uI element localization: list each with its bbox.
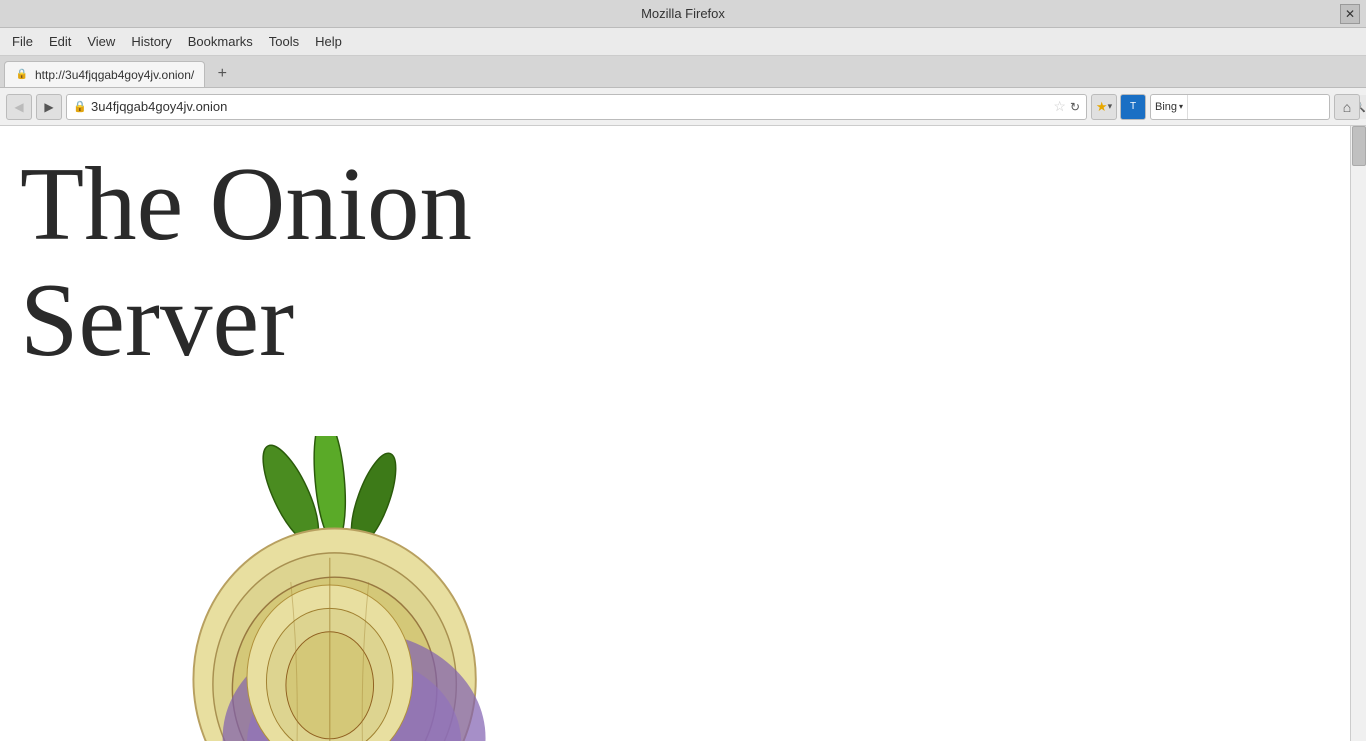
search-engine-selector[interactable]: Bing ▾ — [1151, 95, 1188, 119]
tab-label: http://3u4fjqgab4goy4jv.onion/ — [35, 68, 194, 82]
back-icon: ◀ — [14, 100, 23, 114]
search-input[interactable] — [1188, 100, 1351, 114]
bookmark-icon: ★ — [1096, 99, 1108, 115]
heading-line1: The Onion — [20, 145, 472, 262]
close-button[interactable]: ✕ — [1340, 4, 1360, 24]
menu-help[interactable]: Help — [307, 30, 350, 53]
menubar: File Edit View History Bookmarks Tools H… — [0, 28, 1366, 56]
address-bar[interactable]: 🔒 3u4fjqgab4goy4jv.onion ☆ ↻ — [66, 94, 1087, 120]
tor-button[interactable]: T — [1120, 94, 1146, 120]
home-icon: ⌂ — [1343, 99, 1351, 115]
nav-icons: ★ ▾ T — [1091, 94, 1146, 120]
search-engine-dropdown-icon: ▾ — [1179, 102, 1183, 111]
scrollbar[interactable] — [1350, 126, 1366, 741]
new-tab-button[interactable]: + — [209, 61, 235, 87]
menu-file[interactable]: File — [4, 30, 41, 53]
bookmark-star-icon[interactable]: ☆ — [1053, 98, 1066, 115]
search-bar[interactable]: Bing ▾ 🔍 — [1150, 94, 1330, 120]
heading-line2: Server — [20, 261, 294, 378]
address-favicon: 🔒 — [73, 100, 87, 114]
menu-edit[interactable]: Edit — [41, 30, 79, 53]
search-engine-label: Bing — [1155, 101, 1177, 113]
page-heading: The Onion Server — [0, 126, 1366, 387]
tor-onion-logo — [120, 436, 520, 741]
tabbar: 🔒 http://3u4fjqgab4goy4jv.onion/ + — [0, 56, 1366, 88]
menu-view[interactable]: View — [79, 30, 123, 53]
page-content: The Onion Server — [0, 126, 1366, 741]
forward-icon: ▶ — [44, 100, 53, 114]
refresh-icon[interactable]: ↻ — [1070, 100, 1080, 114]
address-text: 3u4fjqgab4goy4jv.onion — [91, 99, 1049, 114]
menu-history[interactable]: History — [123, 30, 179, 53]
navbar: ◀ ▶ 🔒 3u4fjqgab4goy4jv.onion ☆ ↻ ★ ▾ T B… — [0, 88, 1366, 126]
back-button[interactable]: ◀ — [6, 94, 32, 120]
scrollbar-thumb[interactable] — [1352, 126, 1366, 166]
titlebar: Mozilla Firefox ✕ — [0, 0, 1366, 28]
forward-button[interactable]: ▶ — [36, 94, 62, 120]
home-button[interactable]: ⌂ — [1334, 94, 1360, 120]
bookmark-manager-button[interactable]: ★ ▾ — [1091, 94, 1117, 120]
active-tab[interactable]: 🔒 http://3u4fjqgab4goy4jv.onion/ — [4, 61, 205, 87]
window-title: Mozilla Firefox — [641, 6, 725, 21]
tab-favicon: 🔒 — [15, 68, 29, 82]
menu-tools[interactable]: Tools — [261, 30, 307, 53]
menu-bookmarks[interactable]: Bookmarks — [180, 30, 261, 53]
